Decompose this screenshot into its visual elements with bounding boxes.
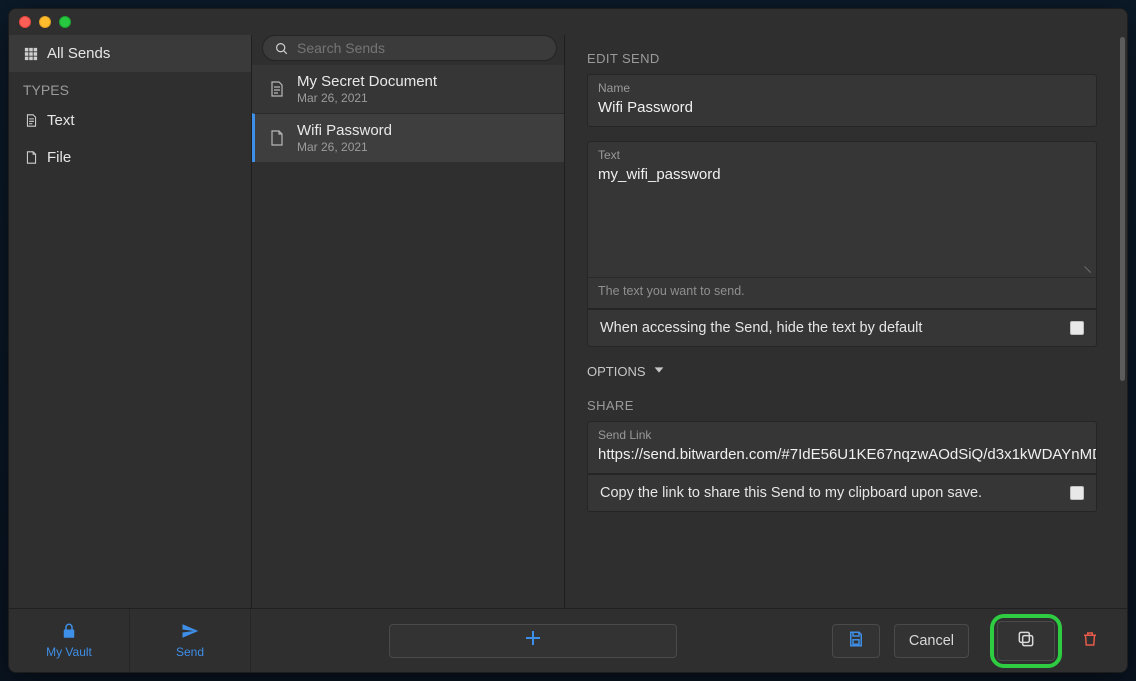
- resize-handle-icon[interactable]: [1082, 263, 1092, 273]
- options-heading: OPTIONS: [587, 364, 646, 379]
- list-item[interactable]: Wifi Password Mar 26, 2021: [252, 113, 564, 162]
- share-link-block: Send Link https://send.bitwarden.com/#7I…: [587, 421, 1097, 474]
- search-field[interactable]: [262, 35, 557, 61]
- tab-my-vault-label: My Vault: [46, 645, 92, 659]
- window-titlebar: [9, 9, 1127, 35]
- paper-plane-icon: [181, 622, 199, 643]
- name-field-label: Name: [588, 75, 1096, 95]
- share-heading: SHARE: [587, 398, 1097, 413]
- add-bar: [251, 609, 816, 672]
- tab-send-label: Send: [176, 645, 204, 659]
- plus-icon: [525, 629, 541, 652]
- footer-actions: Cancel: [816, 609, 1127, 672]
- name-field-block: Name: [587, 74, 1097, 127]
- tab-send[interactable]: Send: [130, 609, 251, 672]
- window-close-button[interactable]: [19, 16, 31, 28]
- hide-text-row[interactable]: When accessing the Send, hide the text b…: [587, 309, 1097, 347]
- share-link-value[interactable]: https://send.bitwarden.com/#7IdE56U1KE67…: [588, 442, 1096, 473]
- list-item-date: Mar 26, 2021: [297, 91, 437, 105]
- sidebar-type-text[interactable]: Text: [9, 102, 251, 139]
- text-file-icon: [267, 79, 287, 99]
- sidebar-all-sends-label: All Sends: [47, 45, 110, 62]
- search-input[interactable]: [297, 40, 546, 56]
- scrollbar-thumb[interactable]: [1120, 37, 1125, 381]
- app-window: All Sends TYPES Text File: [8, 8, 1128, 673]
- tab-my-vault[interactable]: My Vault: [9, 609, 130, 672]
- cancel-label: Cancel: [909, 633, 954, 649]
- detail-heading: EDIT SEND: [587, 51, 1097, 66]
- options-toggle[interactable]: OPTIONS: [587, 363, 1097, 380]
- list-item-text: Wifi Password Mar 26, 2021: [297, 122, 392, 154]
- copy-on-save-label: Copy the link to share this Send to my c…: [600, 485, 982, 501]
- app-body: All Sends TYPES Text File: [9, 35, 1127, 608]
- sidebar-all-sends[interactable]: All Sends: [9, 35, 251, 72]
- file-icon: [23, 150, 39, 166]
- save-icon: [847, 630, 865, 652]
- hide-text-label: When accessing the Send, hide the text b…: [600, 320, 922, 336]
- list-item-title: My Secret Document: [297, 73, 437, 91]
- trash-icon: [1081, 630, 1099, 652]
- search-icon: [273, 40, 289, 56]
- grid-icon: [23, 46, 39, 62]
- list-item-text: My Secret Document Mar 26, 2021: [297, 73, 437, 105]
- text-file-icon: [23, 113, 39, 129]
- sidebar-types-heading: TYPES: [9, 72, 251, 102]
- copy-on-save-row[interactable]: Copy the link to share this Send to my c…: [587, 474, 1097, 512]
- delete-button[interactable]: [1069, 624, 1111, 658]
- copy-icon: [1016, 629, 1036, 653]
- send-list-column: My Secret Document Mar 26, 2021 Wifi Pas…: [252, 35, 565, 608]
- share-link-label: Send Link: [588, 422, 1096, 442]
- text-textarea[interactable]: [588, 162, 1096, 272]
- cancel-button[interactable]: Cancel: [894, 624, 969, 658]
- detail-panel: EDIT SEND Name Text The text you want to…: [565, 35, 1119, 608]
- scrollbar[interactable]: [1119, 35, 1127, 608]
- text-field-label: Text: [588, 142, 1096, 162]
- window-minimize-button[interactable]: [39, 16, 51, 28]
- copy-on-save-checkbox[interactable]: [1070, 486, 1084, 500]
- list-item-date: Mar 26, 2021: [297, 140, 392, 154]
- file-icon: [267, 128, 287, 148]
- sidebar: All Sends TYPES Text File: [9, 35, 252, 608]
- chevron-down-icon: [652, 363, 666, 380]
- copy-link-button[interactable]: [997, 621, 1055, 661]
- app-footer: My Vault Send Cancel: [9, 608, 1127, 672]
- hide-text-checkbox[interactable]: [1070, 321, 1084, 335]
- text-field-block: Text The text you want to send.: [587, 141, 1097, 309]
- sidebar-type-file[interactable]: File: [9, 139, 251, 176]
- window-zoom-button[interactable]: [59, 16, 71, 28]
- sidebar-type-label: File: [47, 149, 71, 166]
- list-item-title: Wifi Password: [297, 122, 392, 140]
- list-item[interactable]: My Secret Document Mar 26, 2021: [252, 65, 564, 113]
- add-send-button[interactable]: [389, 624, 677, 658]
- save-button[interactable]: [832, 624, 880, 658]
- lock-icon: [60, 622, 78, 643]
- sidebar-type-label: Text: [47, 112, 75, 129]
- text-help: The text you want to send.: [588, 278, 1096, 308]
- name-input[interactable]: [588, 95, 1096, 126]
